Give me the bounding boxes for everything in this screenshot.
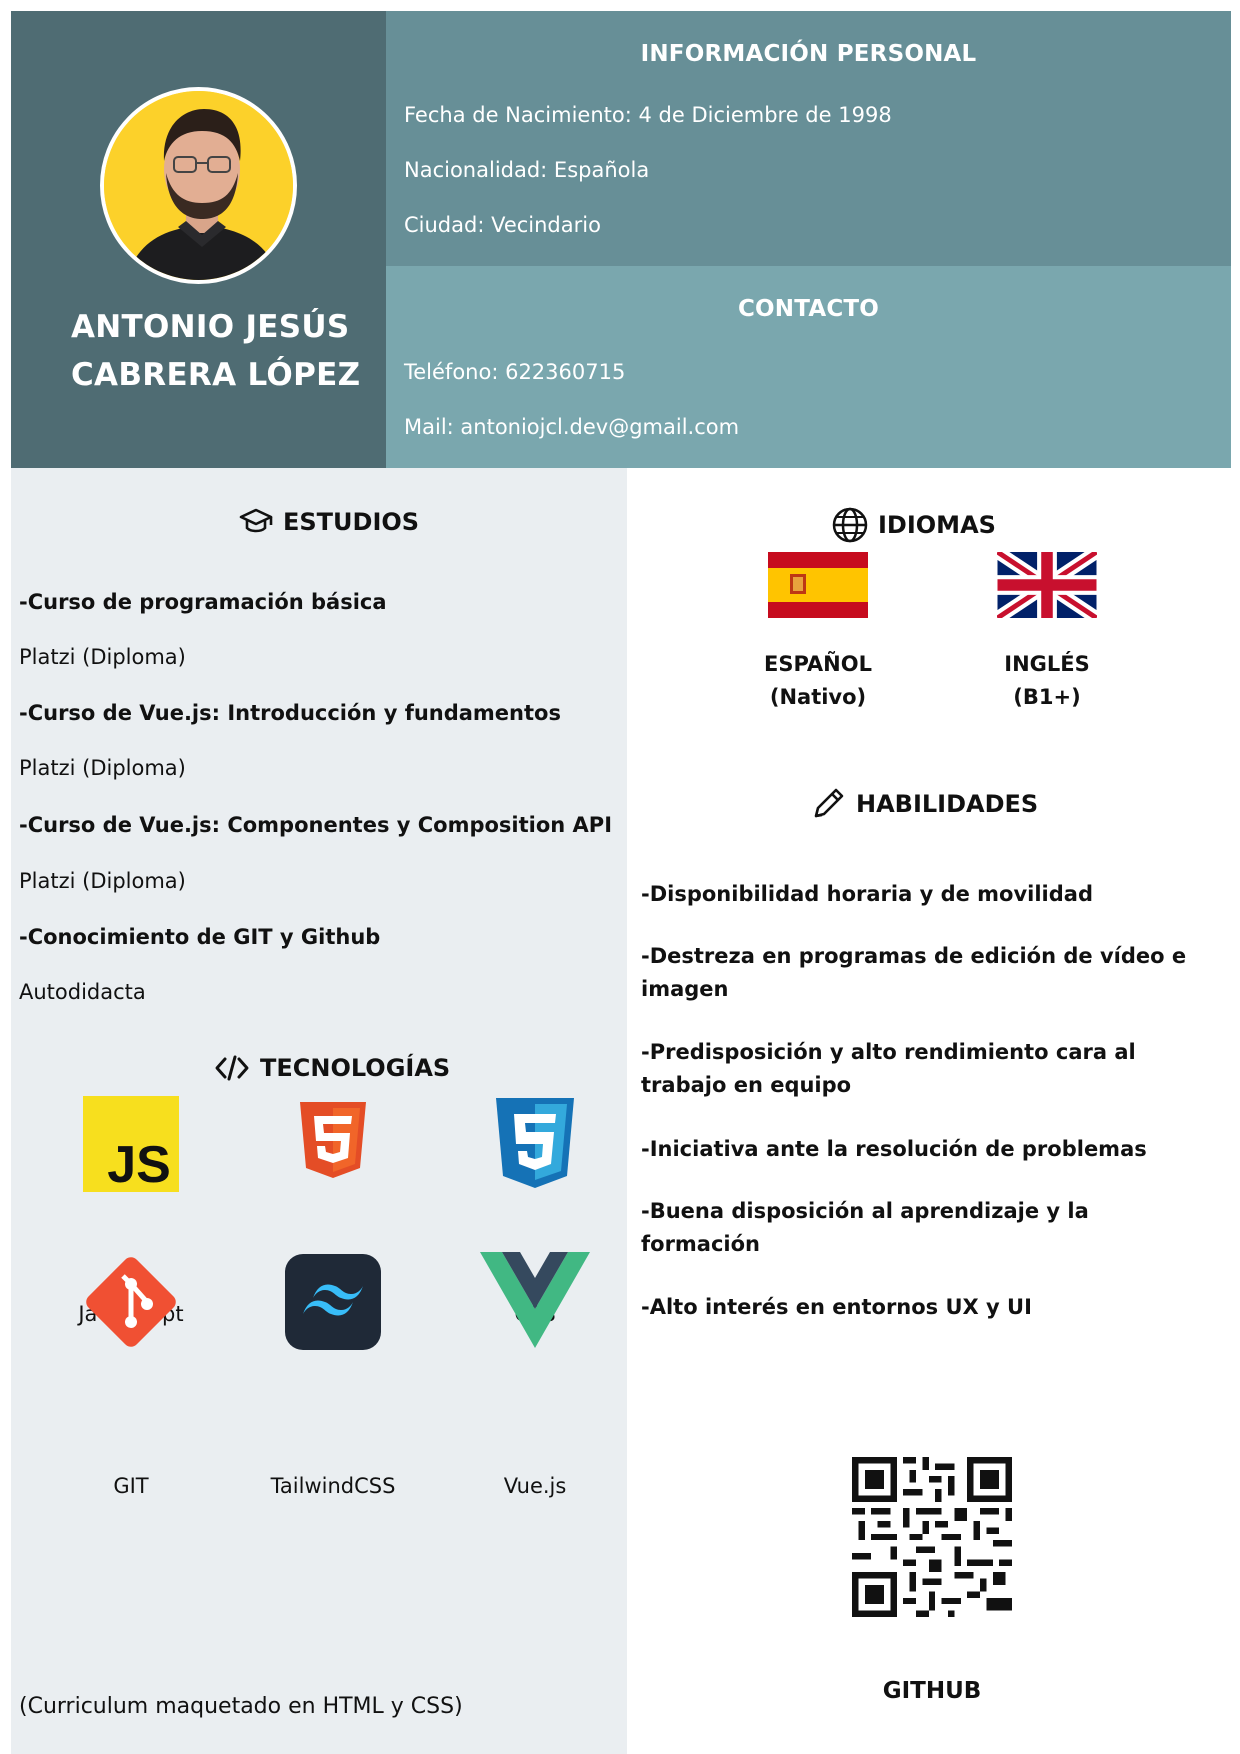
profile-panel: ANTONIO JESÚS CABRERA LÓPEZ — [11, 11, 386, 468]
tech-tailwind — [243, 1254, 423, 1350]
contact-panel: CONTACTO Teléfono: 622360715 Mail: anton… — [386, 266, 1231, 468]
globe-icon — [832, 507, 868, 543]
tech-label: Vue.js — [503, 1474, 567, 1498]
css3-logo-icon — [496, 1098, 574, 1188]
avatar — [100, 87, 297, 284]
course-detail: Platzi (Diploma) — [19, 869, 186, 893]
tech-vue — [445, 1252, 625, 1348]
language-spanish — [718, 552, 918, 618]
studies-title: ESTUDIOS — [283, 508, 420, 536]
name-line-2: CABRERA LÓPEZ — [71, 357, 361, 393]
tech-css — [445, 1098, 625, 1188]
course-title: -Curso de Vue.js: Componentes y Composit… — [19, 813, 613, 837]
cv-page: ANTONIO JESÚS CABRERA LÓPEZ INFORMACIÓN … — [11, 11, 1231, 1754]
qr-code-icon[interactable] — [852, 1457, 1012, 1617]
right-column: IDIOMAS ESPAÑOL (Nativo) INGLÉS (B1+) HA… — [627, 468, 1231, 1754]
personal-info-panel: INFORMACIÓN PERSONAL Fecha de Nacimiento… — [386, 11, 1231, 266]
language-english — [947, 552, 1147, 618]
language-english-label: INGLÉS (B1+) — [947, 648, 1147, 714]
pencil-icon — [814, 788, 844, 818]
skill-item: -Disponibilidad horaria y de movilidad — [641, 882, 1093, 906]
git-logo-icon — [86, 1257, 176, 1347]
phone: Teléfono: 622360715 — [404, 360, 626, 384]
header: ANTONIO JESÚS CABRERA LÓPEZ INFORMACIÓN … — [11, 11, 1231, 468]
spain-flag-icon — [768, 552, 868, 618]
javascript-logo-icon: JS — [83, 1096, 179, 1192]
language-name: INGLÉS — [1004, 652, 1090, 676]
course-detail: Platzi (Diploma) — [19, 645, 186, 669]
graduation-cap-icon — [239, 508, 273, 533]
html5-logo-icon — [300, 1102, 366, 1178]
course-detail: Autodidacta — [19, 980, 146, 1004]
city: Ciudad: Vecindario — [404, 213, 601, 237]
skill-item: -Predisposición y alto rendimiento cara … — [641, 1040, 1136, 1097]
full-name: ANTONIO JESÚS CABRERA LÓPEZ — [71, 303, 361, 399]
name-line-1: ANTONIO JESÚS — [71, 309, 350, 345]
course-title: -Curso de Vue.js: Introducción y fundame… — [19, 701, 561, 725]
contact-title: CONTACTO — [737, 296, 880, 322]
tech-label: GIT — [113, 1474, 149, 1498]
course-detail: Platzi (Diploma) — [19, 756, 186, 780]
tech-git — [41, 1254, 221, 1350]
skills-title: HABILIDADES — [856, 790, 1039, 818]
technologies-title: TECNOLOGÍAS — [260, 1054, 451, 1082]
github-label[interactable]: GITHUB — [827, 1678, 1037, 1704]
skill-item: -Buena disposición al aprendizaje y la f… — [641, 1199, 1089, 1256]
uk-flag-icon — [997, 552, 1097, 618]
nationality: Nacionalidad: Española — [404, 158, 650, 182]
language-spanish-label: ESPAÑOL (Nativo) — [718, 648, 918, 714]
personal-info-title: INFORMACIÓN PERSONAL — [640, 41, 977, 67]
left-column: ESTUDIOS -Curso de programación básica P… — [11, 468, 627, 1754]
languages-title: IDIOMAS — [878, 511, 996, 539]
skill-item: -Alto interés en entornos UX y UI — [641, 1295, 1032, 1319]
email[interactable]: Mail: antoniojcl.dev@gmail.com — [404, 415, 739, 439]
languages-heading: IDIOMAS — [832, 507, 996, 543]
technologies-heading: TECNOLOGÍAS — [214, 1054, 450, 1082]
vue-logo-icon — [480, 1252, 590, 1348]
course-title: -Conocimiento de GIT y Github — [19, 925, 381, 949]
skills-heading: HABILIDADES — [810, 786, 1038, 822]
language-level: (B1+) — [1013, 685, 1081, 709]
studies-heading: ESTUDIOS — [239, 507, 419, 537]
language-level: (Nativo) — [769, 685, 867, 709]
footnote: (Curriculum maquetado en HTML y CSS) — [19, 1694, 463, 1719]
tech-html — [243, 1102, 423, 1178]
skill-item: -Iniciativa ante la resolución de proble… — [641, 1137, 1147, 1161]
tailwind-logo-icon — [285, 1254, 381, 1350]
language-name: ESPAÑOL — [764, 652, 872, 676]
tech-label: TailwindCSS — [270, 1474, 396, 1498]
skill-item: -Destreza en programas de edición de víd… — [641, 944, 1187, 1001]
course-title: -Curso de programación básica — [19, 590, 387, 614]
profile-photo-icon — [104, 91, 293, 280]
birth-date: Fecha de Nacimiento: 4 de Diciembre de 1… — [404, 103, 892, 127]
svg-text:JS: JS — [107, 1136, 171, 1192]
tech-javascript: JS — [41, 1096, 221, 1192]
code-icon — [215, 1055, 249, 1081]
